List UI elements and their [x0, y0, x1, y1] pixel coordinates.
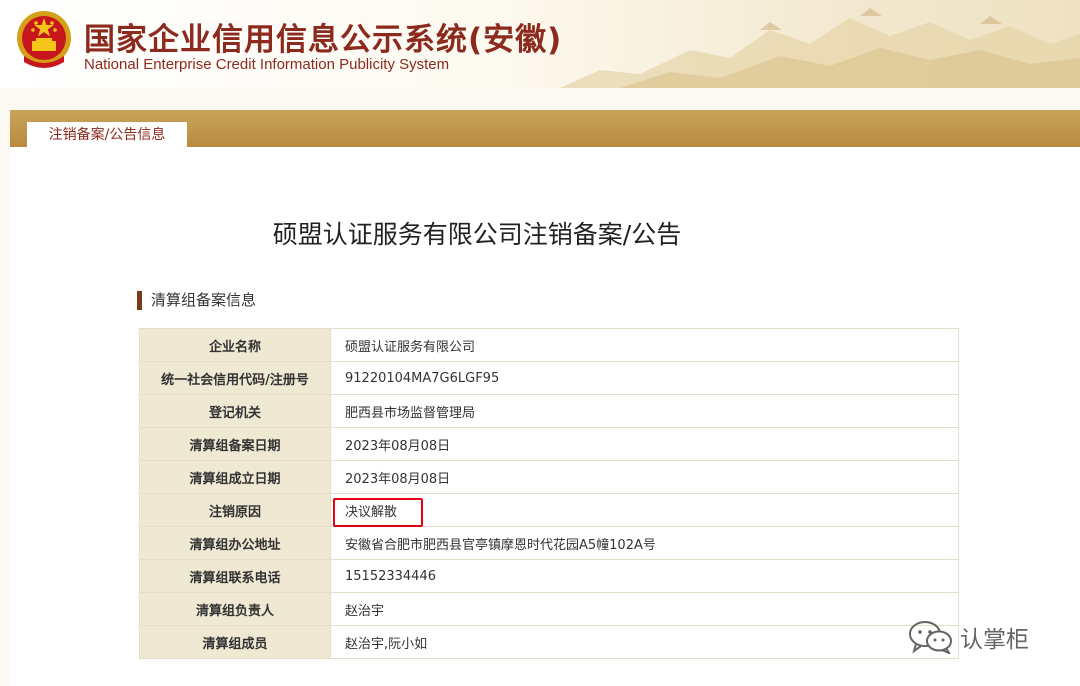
watermark: 认掌柜 — [908, 618, 1029, 656]
row-label: 清算组成员 — [139, 625, 331, 659]
tab-cancellation-notice[interactable]: 注销备案/公告信息 — [27, 122, 187, 147]
system-subtitle: National Enterprise Credit Information P… — [84, 56, 450, 73]
row-value: 硕盟认证服务有限公司 — [330, 328, 959, 362]
table-row: 清算组备案日期 2023年08月08日 — [139, 427, 959, 461]
system-title: 国家企业信用信息公示系统(安徽) — [84, 22, 563, 58]
row-value: 肥西县市场监督管理局 — [330, 394, 959, 428]
page-title: 硕盟认证服务有限公司注销备案/公告 — [272, 220, 682, 249]
section-title: 清算组备案信息 — [151, 291, 257, 309]
liquidation-info-table: 企业名称 硕盟认证服务有限公司 统一社会信用代码/注册号 91220104MA7… — [139, 328, 959, 659]
row-label: 注销原因 — [139, 493, 331, 527]
section-marker — [137, 291, 142, 310]
tab-bar: 注销备案/公告信息 — [10, 110, 1080, 147]
table-row: 注销原因 决议解散 — [139, 493, 959, 527]
table-row: 清算组负责人 赵治宇 — [139, 592, 959, 626]
wechat-icon — [909, 621, 952, 654]
row-label: 统一社会信用代码/注册号 — [139, 361, 331, 395]
row-value: 决议解散 — [330, 493, 959, 527]
watermark-text: 认掌柜 — [960, 627, 1029, 653]
cancellation-reason-highlight — [333, 498, 423, 527]
row-value: 赵治宇,阮小如 — [330, 625, 959, 659]
row-label: 清算组备案日期 — [139, 427, 331, 461]
table-row: 清算组成立日期 2023年08月08日 — [139, 460, 959, 494]
row-value: 安徽省合肥市肥西县官亭镇摩恩时代花园A5幢102A号 — [330, 526, 959, 560]
table-row: 登记机关 肥西县市场监督管理局 — [139, 394, 959, 428]
row-value: 91220104MA7G6LGF95 — [330, 361, 959, 395]
table-row: 统一社会信用代码/注册号 91220104MA7G6LGF95 — [139, 361, 959, 395]
row-value: 2023年08月08日 — [330, 427, 959, 461]
row-label: 清算组联系电话 — [139, 559, 331, 593]
table-row: 清算组联系电话 15152334446 — [139, 559, 959, 593]
site-header: 国家企业信用信息公示系统(安徽) National Enterprise Cre… — [0, 0, 1080, 88]
row-value: 赵治宇 — [330, 592, 959, 626]
row-label: 清算组成立日期 — [139, 460, 331, 494]
mountain-banner-illustration — [560, 8, 1080, 88]
table-row: 企业名称 硕盟认证服务有限公司 — [139, 328, 959, 362]
row-value: 2023年08月08日 — [330, 460, 959, 494]
row-label: 清算组负责人 — [139, 592, 331, 626]
national-emblem-icon — [17, 11, 71, 68]
table-row: 清算组成员 赵治宇,阮小如 — [139, 625, 959, 659]
row-value: 15152334446 — [330, 559, 959, 593]
row-label: 登记机关 — [139, 394, 331, 428]
row-label: 清算组办公地址 — [139, 526, 331, 560]
row-label: 企业名称 — [139, 328, 331, 362]
table-row: 清算组办公地址 安徽省合肥市肥西县官亭镇摩恩时代花园A5幢102A号 — [139, 526, 959, 560]
